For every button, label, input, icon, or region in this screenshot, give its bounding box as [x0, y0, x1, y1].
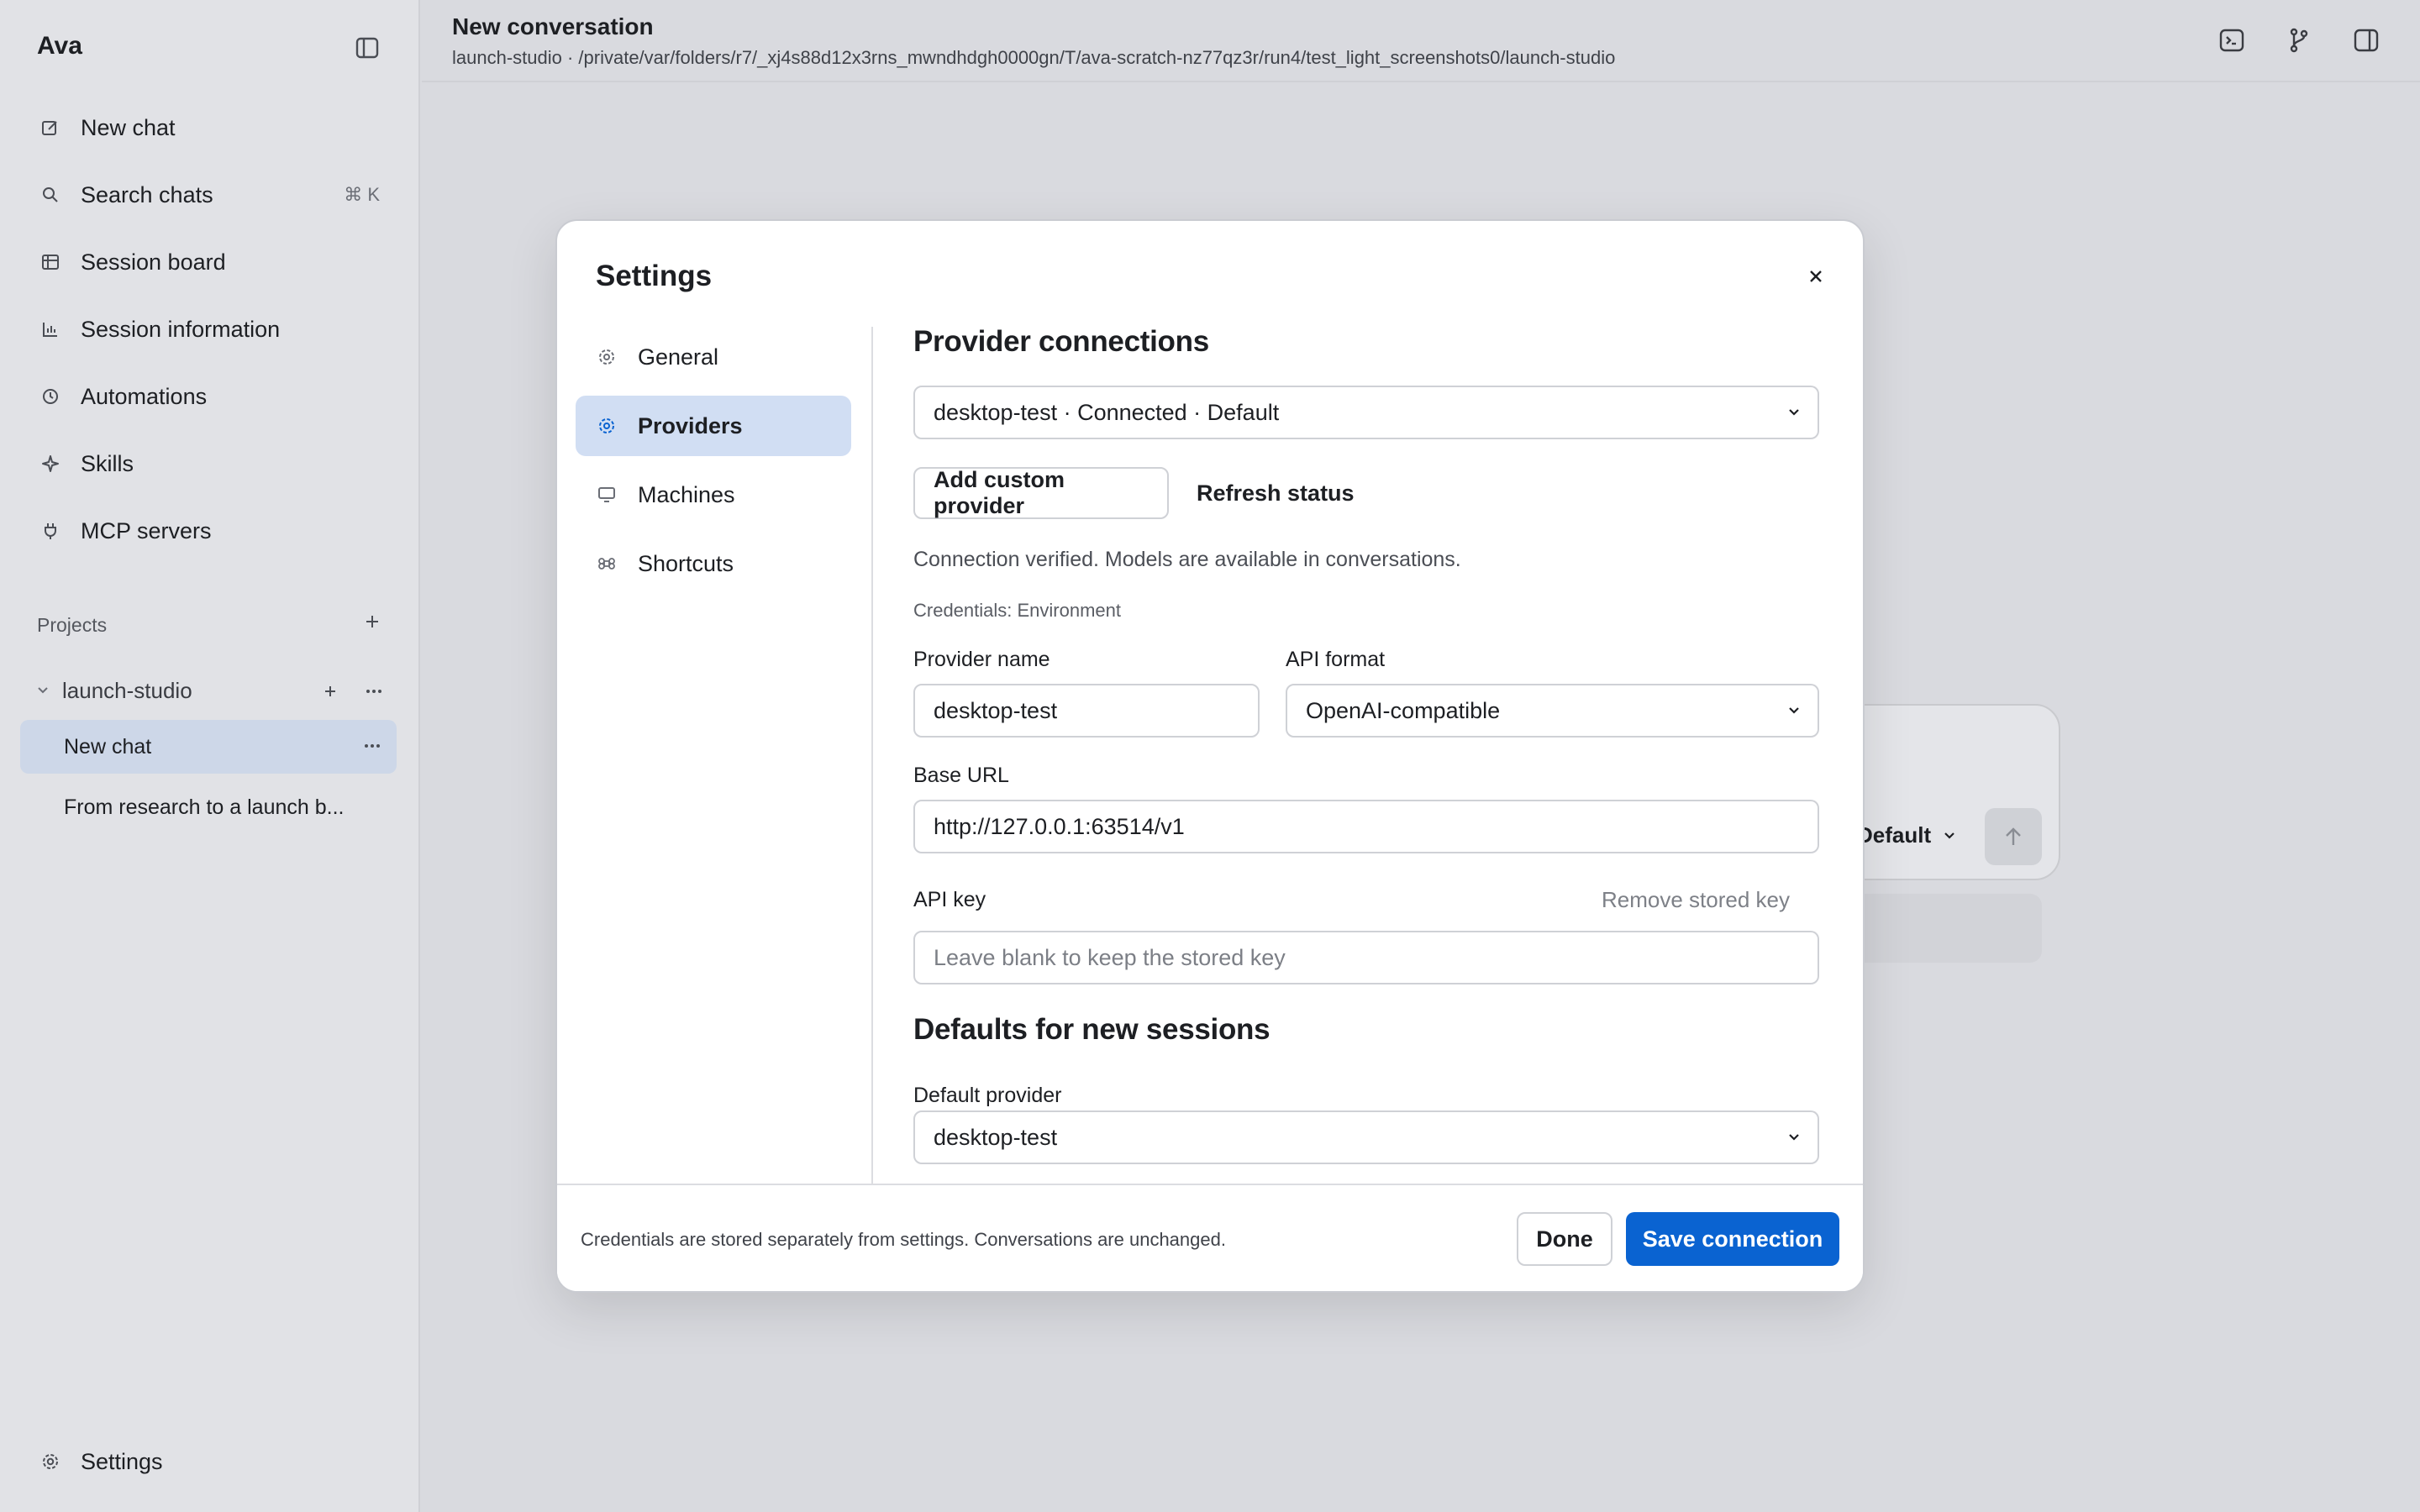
terminal-icon[interactable]	[2217, 25, 2247, 55]
sidebar-item-skills[interactable]: Skills	[20, 430, 400, 497]
connection-select-value: desktop-test · Connected · Default	[934, 399, 1280, 425]
api-key-label: API key	[913, 888, 986, 911]
plug-icon	[40, 521, 60, 541]
settings-tab-machines[interactable]: Machines	[576, 465, 851, 525]
sidebar-item-search-chats[interactable]: Search chats ⌘ K	[20, 161, 400, 228]
defaults-heading: Defaults for new sessions	[913, 1013, 1270, 1046]
connection-select[interactable]: desktop-test · Connected · Default	[913, 386, 1819, 439]
sidebar-item-label: Session board	[81, 249, 226, 275]
more-icon[interactable]	[363, 680, 385, 702]
sidebar-item-new-chat[interactable]: New chat	[20, 94, 400, 161]
right-panel-icon[interactable]	[2351, 25, 2381, 55]
workspace-path: launch-studio · /private/var/folders/r7/…	[452, 47, 1616, 68]
arrow-up-icon	[2003, 826, 2023, 848]
project-launch-studio[interactable]: launch-studio	[20, 672, 400, 709]
gear-icon	[596, 415, 618, 437]
shortcut-hint: ⌘ K	[344, 184, 380, 205]
sidebar-item-automations[interactable]: Automations	[20, 363, 400, 430]
sidebar-item-label: Search chats	[81, 181, 213, 207]
api-format-value: OpenAI-compatible	[1306, 697, 1501, 723]
settings-tab-label: Machines	[638, 481, 735, 507]
sidebar-item-mcp-servers[interactable]: MCP servers	[20, 497, 400, 564]
chevron-down-icon	[1787, 706, 1801, 716]
sidebar-nav: New chat Search chats ⌘ K Session board …	[20, 94, 400, 564]
add-custom-provider-button[interactable]: Add custom provider	[913, 467, 1169, 519]
add-project-icon[interactable]	[361, 611, 383, 633]
monitor-icon	[596, 484, 618, 506]
remove-stored-key-button[interactable]: Remove stored key	[1602, 887, 1790, 913]
footer-note: Credentials are stored separately from s…	[581, 1229, 1226, 1250]
compose-icon	[40, 118, 60, 138]
send-button[interactable]	[1985, 808, 2042, 865]
chat-item-label: New chat	[64, 734, 152, 759]
chevron-down-icon	[1787, 1132, 1801, 1142]
provider-name-label: Provider name	[913, 648, 1050, 671]
settings-tab-label: Shortcuts	[638, 550, 734, 576]
projects-heading: Projects	[37, 614, 108, 636]
settings-tab-general[interactable]: General	[576, 327, 851, 387]
sidebar-item-label: Settings	[81, 1448, 163, 1474]
save-connection-button[interactable]: Save connection	[1626, 1212, 1839, 1266]
default-provider-value: desktop-test	[934, 1124, 1058, 1150]
refresh-status-button[interactable]: Refresh status	[1197, 467, 1355, 519]
chat-item-new-chat[interactable]: New chat	[20, 720, 397, 774]
sidebar-item-label: New chat	[81, 114, 176, 140]
chat-item-research[interactable]: From research to a launch b...	[20, 780, 397, 834]
dialog-title: Settings	[596, 260, 713, 292]
close-icon[interactable]	[1801, 261, 1831, 291]
model-selector[interactable]: Default	[1857, 822, 1956, 848]
sidebar-item-label: MCP servers	[81, 517, 212, 543]
provider-connections-heading: Provider connections	[913, 325, 1209, 358]
conversation-header: New conversation launch-studio · /privat…	[422, 0, 2420, 82]
board-icon	[40, 252, 60, 272]
settings-footer: Credentials are stored separately from s…	[557, 1184, 1863, 1291]
gear-icon	[596, 346, 618, 368]
default-provider-select[interactable]: desktop-test	[913, 1110, 1819, 1164]
settings-nav: General Providers Machines Shortcuts	[576, 327, 851, 602]
settings-tab-providers[interactable]: Providers	[576, 396, 851, 456]
settings-tab-label: General	[638, 344, 719, 370]
connection-status-text: Connection verified. Models are availabl…	[913, 548, 1461, 571]
chat-item-label: From research to a launch b...	[64, 795, 345, 819]
project-name: launch-studio	[62, 677, 192, 703]
sidebar-item-session-board[interactable]: Session board	[20, 228, 400, 296]
gear-icon	[40, 1452, 60, 1472]
settings-divider	[871, 327, 873, 1189]
base-url-label: Base URL	[913, 764, 1009, 787]
chevron-down-icon	[1943, 831, 1956, 841]
model-selector-label: Default	[1857, 822, 1932, 848]
base-url-field[interactable]: http://127.0.0.1:63514/v1	[913, 800, 1819, 853]
add-chat-icon[interactable]	[319, 680, 341, 702]
provider-name-field[interactable]: desktop-test	[913, 684, 1260, 738]
app-name: Ava	[37, 32, 82, 60]
sidebar-item-session-information[interactable]: Session information	[20, 296, 400, 363]
credentials-source: Credentials: Environment	[913, 600, 1122, 621]
default-provider-label: Default provider	[913, 1084, 1062, 1107]
providers-content: Provider connections desktop-test · Conn…	[913, 325, 1821, 1187]
git-branch-icon[interactable]	[2284, 25, 2314, 55]
more-icon[interactable]	[361, 735, 383, 757]
sidebar-item-settings[interactable]: Settings	[20, 1428, 400, 1495]
sidebar-item-label: Automations	[81, 383, 208, 409]
command-icon	[596, 553, 618, 575]
conversation-title: New conversation	[452, 13, 654, 39]
chevron-down-icon	[1787, 407, 1801, 417]
clock-icon	[40, 386, 60, 407]
settings-tab-shortcuts[interactable]: Shortcuts	[576, 533, 851, 594]
search-icon	[40, 185, 60, 205]
settings-tab-label: Providers	[638, 412, 743, 438]
bar-chart-icon	[40, 319, 60, 339]
api-format-label: API format	[1286, 648, 1386, 671]
sidebar-item-label: Skills	[81, 450, 134, 476]
sidebar: Ava New chat Search chats ⌘ K Session bo…	[0, 0, 420, 1512]
sparkle-icon	[40, 454, 60, 474]
api-key-field[interactable]: Leave blank to keep the stored key	[913, 931, 1819, 984]
api-format-select[interactable]: OpenAI-compatible	[1286, 684, 1819, 738]
done-button[interactable]: Done	[1517, 1212, 1612, 1266]
chevron-down-icon[interactable]	[32, 685, 54, 696]
sidebar-item-label: Session information	[81, 316, 281, 342]
sidebar-toggle-icon[interactable]	[353, 34, 381, 62]
